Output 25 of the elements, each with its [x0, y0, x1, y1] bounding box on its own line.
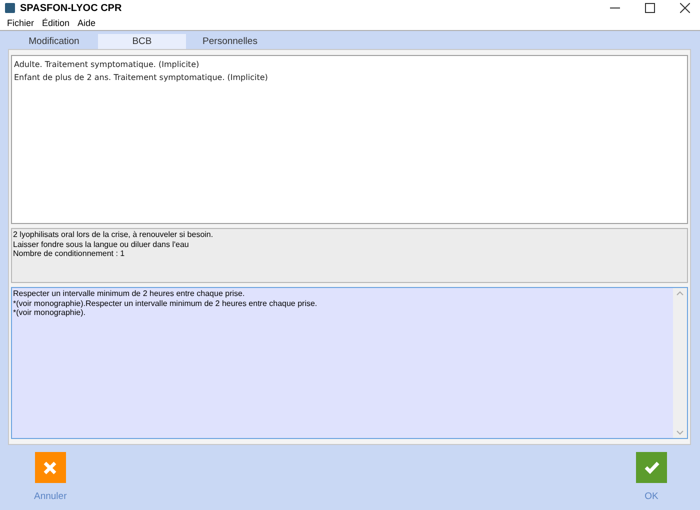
- menu-item[interactable]: Édition: [38, 16, 74, 30]
- notes-field[interactable]: Respecter un intervalle minimum de 2 heures entre chaque prise. *(voir monographie).Respecter un intervalle minimum de 2 heures entre chaque prise. *(voir monographie).: [11, 287, 688, 439]
- tab[interactable]: Modification: [10, 34, 98, 49]
- menu-item[interactable]: Aide: [74, 16, 100, 30]
- list-item[interactable]: Enfant de plus de 2 ans. Traitement symptomatique. (Implicite): [14, 71, 685, 84]
- button-label: OK: [644, 491, 658, 502]
- posology-line: Laisser fondre sous la langue ou diluer dans l'eau: [13, 240, 190, 249]
- check-icon: [644, 461, 660, 474]
- scroll-up-icon[interactable]: [676, 291, 684, 296]
- menu-item[interactable]: Fichier: [3, 16, 38, 30]
- scroll-down-icon[interactable]: [676, 430, 684, 435]
- list-item[interactable]: Adulte. Traitement symptomatique. (Implicite): [14, 58, 685, 71]
- posology-line: 2 lyophilisats oral lors de la crise, à renouveler si besoin.: [13, 230, 214, 240]
- maximize-icon[interactable]: [645, 3, 655, 13]
- posology-line: Nombre de conditionnement : 1: [13, 249, 126, 258]
- button-label: Annuler: [34, 491, 67, 502]
- cancel-button[interactable]: [34, 452, 66, 483]
- ok-button[interactable]: [636, 452, 667, 483]
- close-icon: [43, 460, 58, 474]
- app-icon: [5, 3, 15, 13]
- tab[interactable]: BCB: [98, 34, 186, 49]
- tab[interactable]: Personnelles: [186, 34, 274, 49]
- window-title: SPASFON-LYOC CPR: [20, 2, 123, 14]
- close-icon[interactable]: [680, 3, 690, 13]
- scrollbar[interactable]: [673, 288, 687, 438]
